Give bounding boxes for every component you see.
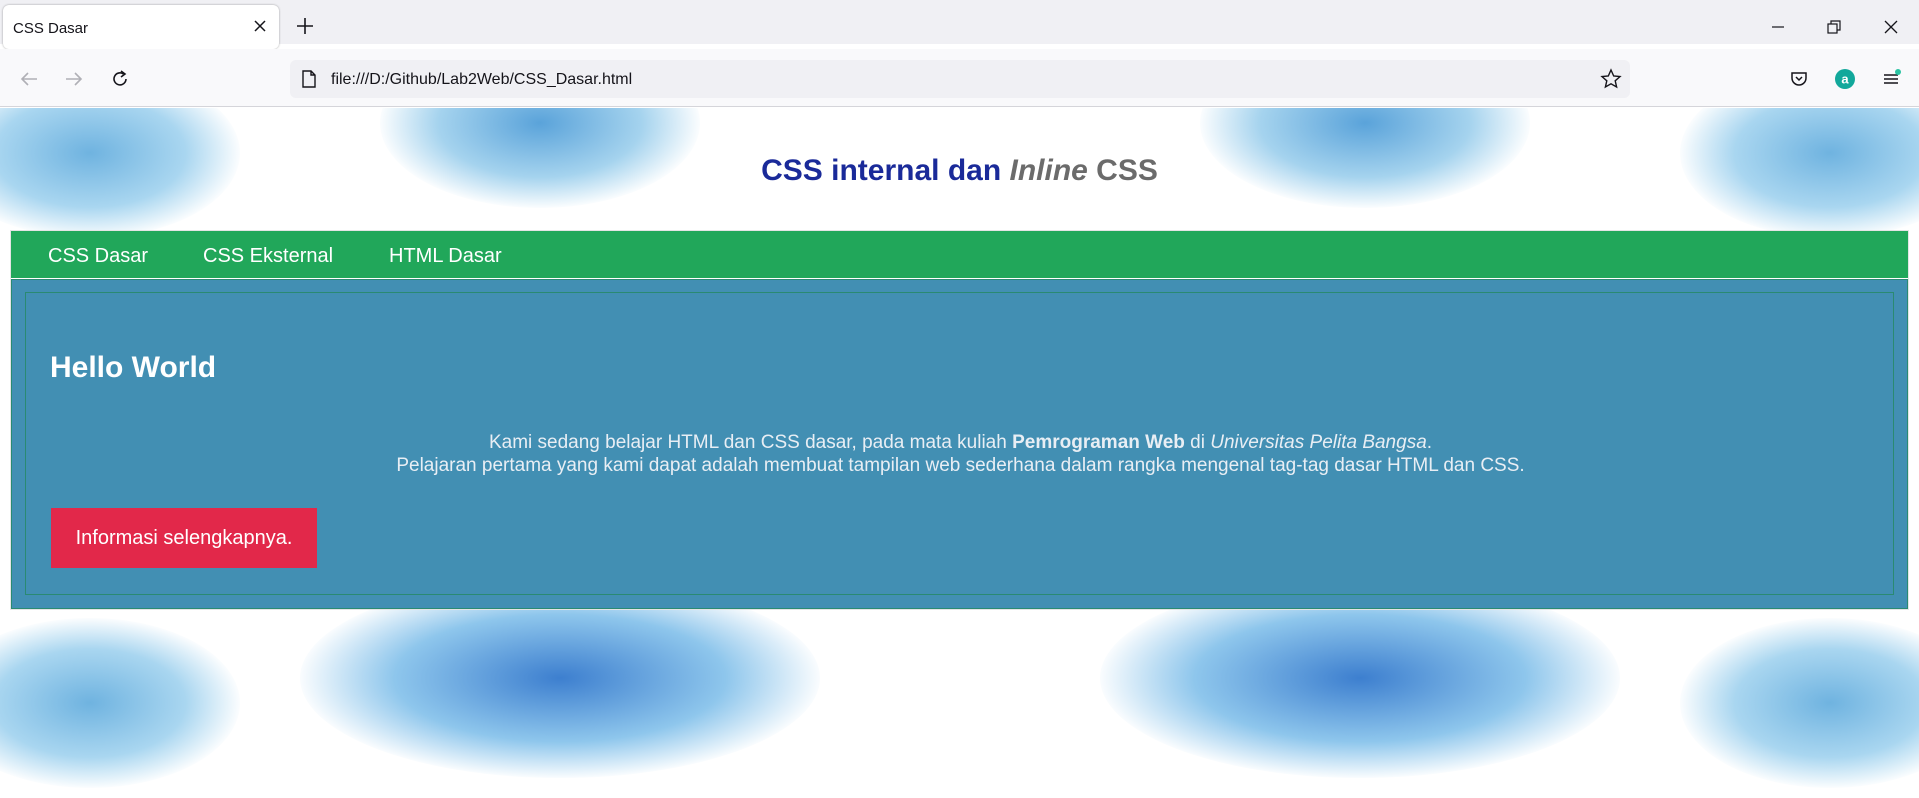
account-avatar-icon[interactable]: a <box>1834 68 1856 90</box>
menu-hamburger-icon[interactable] <box>1880 68 1902 90</box>
more-info-button[interactable]: Informasi selengkapnya. <box>51 508 317 568</box>
page-title: CSS internal dan Inline CSS <box>0 154 1919 188</box>
close-tab-icon[interactable] <box>251 17 269 35</box>
browser-tab-active[interactable]: CSS Dasar <box>3 5 279 49</box>
content-wrapper: Hello World Kami sedang belajar HTML dan… <box>11 279 1908 609</box>
paragraph-text: Kami sedang belajar HTML dan CSS dasar, … <box>488 432 1013 453</box>
top-menu: CSS Dasar CSS Eksternal HTML Dasar <box>11 231 1908 278</box>
page-title-css: CSS <box>1087 154 1158 187</box>
address-bar[interactable]: file:///D:/Github/Lab2Web/CSS_Dasar.html <box>290 60 1630 98</box>
tab-title: CSS Dasar <box>13 20 89 37</box>
pocket-icon[interactable] <box>1788 68 1810 90</box>
page-icon <box>302 70 316 88</box>
close-window-icon[interactable] <box>1881 17 1901 37</box>
bookmark-star-icon[interactable] <box>1600 68 1622 90</box>
forward-arrow-icon[interactable] <box>63 68 85 90</box>
paragraph-line2: Pelajaran pertama yang kami dapat adalah… <box>396 455 1525 476</box>
paragraph-bold-course: Pemrograman Web <box>1012 432 1185 453</box>
content-paragraph: Kami sedang belajar HTML dan CSS dasar, … <box>26 431 1895 477</box>
navigation-toolbar: file:///D:/Github/Lab2Web/CSS_Dasar.html… <box>0 49 1919 107</box>
page-title-inline: Inline <box>1009 154 1088 187</box>
menu-item-css-eksternal[interactable]: CSS Eksternal <box>203 245 333 268</box>
restore-icon[interactable] <box>1824 17 1844 37</box>
new-tab-icon[interactable] <box>294 15 316 37</box>
reload-icon[interactable] <box>109 68 131 90</box>
main-container: CSS Dasar CSS Eksternal HTML Dasar Hello… <box>10 230 1909 610</box>
page-title-main: CSS internal dan <box>761 154 1010 187</box>
minimize-icon[interactable] <box>1768 17 1788 37</box>
paragraph-italic-university: Universitas Pelita Bangsa <box>1210 432 1427 453</box>
page-header: CSS internal dan Inline CSS <box>0 108 1919 230</box>
menu-item-html-dasar[interactable]: HTML Dasar <box>389 245 502 268</box>
svg-text:a: a <box>1841 72 1849 87</box>
content-heading: Hello World <box>50 351 217 384</box>
paragraph-text: . <box>1426 432 1433 453</box>
menu-item-css-dasar[interactable]: CSS Dasar <box>48 245 148 268</box>
content-box: Hello World Kami sedang belajar HTML dan… <box>25 292 1894 595</box>
page-viewport: CSS internal dan Inline CSS CSS Dasar CS… <box>0 108 1919 798</box>
paragraph-text: di <box>1184 432 1211 453</box>
back-arrow-icon[interactable] <box>18 68 40 90</box>
url-text[interactable]: file:///D:/Github/Lab2Web/CSS_Dasar.html <box>331 71 632 89</box>
tab-strip: CSS Dasar <box>0 0 1919 49</box>
